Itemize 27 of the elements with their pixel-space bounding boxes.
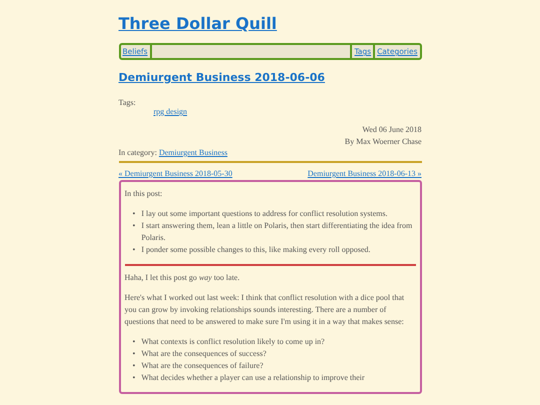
question-item: What decides whether a player can use a relationship to improve their <box>141 372 365 384</box>
question-item: What contexts is conflict resolution likely to come up in? <box>141 336 325 348</box>
question-item: What are the consequences of failure? <box>141 360 264 372</box>
summary-item: I lay out some important questions to address for conflict resolution systems. <box>141 208 388 220</box>
paragraph: Here's what I worked out last week: I think that conflict resolution with a dice pool that you can grow by invoking relationships sounds interesting. There are a number of questions that need to be answered to make sure I'm using it in a way that makes sense: <box>124 292 406 328</box>
summary-intro: In this post: <box>124 188 164 200</box>
post-title[interactable]: Demiurgent Business 2018-06-06 <box>118 71 422 84</box>
summary-item: I ponder some possible changes to this, like making every roll opposed. <box>141 244 370 256</box>
bullet: • <box>132 360 136 372</box>
paragraph: Haha, I let this post go way too late. <box>124 272 241 284</box>
bullet: • <box>132 348 136 360</box>
bullet: • <box>132 336 136 348</box>
bullet: • <box>132 244 136 256</box>
tags-label: Tags: <box>118 98 137 107</box>
summary-item: I start answering them, lean a little on Polaris, then start differentiating the idea from Polaris. <box>141 220 414 244</box>
category-link[interactable]: Demiurgent Business <box>158 148 228 157</box>
next-post-link[interactable]: Demiurgent Business 2018-06-13 » <box>308 169 422 178</box>
bullet: • <box>132 372 136 384</box>
question-item: What are the consequences of success? <box>141 348 266 360</box>
previous-post-link[interactable]: « Demiurgent Business 2018-05-30 <box>118 169 232 178</box>
bullet: • <box>132 208 136 220</box>
bullet: • <box>132 220 136 232</box>
category-label: In category: <box>118 148 157 157</box>
site-title[interactable]: Three Dollar Quill <box>118 14 277 33</box>
post-author: By Max Woerner Chase <box>344 137 422 146</box>
post-date: Wed 06 June 2018 <box>362 125 422 134</box>
tag-link[interactable]: rpg design <box>154 107 188 116</box>
